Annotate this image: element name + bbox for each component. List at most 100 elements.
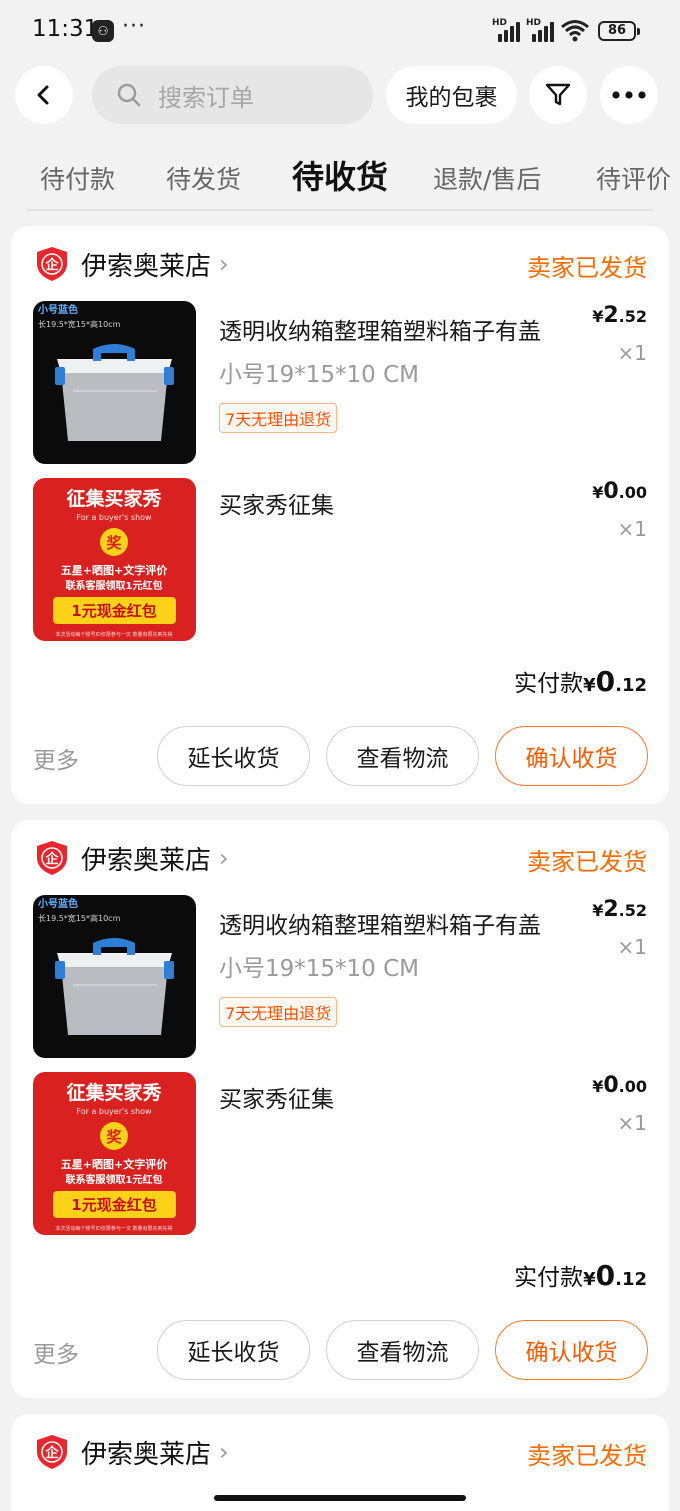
promo-award-text: 奖	[106, 534, 122, 552]
promo-red-packet-label: 1元现金红包	[71, 1196, 156, 1214]
price-decimal: .00	[618, 483, 647, 502]
shop-header[interactable]: 企 伊索奥莱店 ›	[35, 1434, 229, 1470]
shop-logo-text: 企	[44, 1445, 59, 1461]
wifi-icon	[561, 20, 589, 42]
view-logistics-button[interactable]: 查看物流	[326, 1320, 479, 1380]
shop-logo-icon: 企	[37, 841, 67, 875]
order-tabs: 待付款 待发货 待收货 退款/售后 待评价	[0, 150, 680, 212]
product-quantity: ×1	[617, 1111, 647, 1135]
product-quantity: ×1	[617, 341, 647, 365]
extend-receipt-button[interactable]: 延长收货	[157, 1320, 310, 1380]
notification-app-icon: ⚇	[92, 20, 114, 42]
amount-paid-label: 实付款	[514, 671, 584, 697]
price-integer: 0	[603, 1073, 619, 1098]
product-spec: 小号19*15*10 CM	[219, 956, 420, 982]
more-actions-link[interactable]: 更多	[33, 741, 79, 775]
amount-paid: 实付款¥0.12	[514, 664, 647, 698]
amount-paid-symbol: ¥	[583, 1269, 596, 1290]
product-price: ¥2.52	[592, 897, 647, 922]
status-bar: 11:31 ⚇ ··· HD HD 86	[0, 0, 680, 60]
price-integer: 0	[603, 479, 619, 504]
product-title[interactable]: 买家秀征集	[219, 1080, 571, 1114]
product-image[interactable]: 小号蓝色 长19.5*宽15*高10cm	[33, 895, 196, 1058]
more-actions-link[interactable]: 更多	[33, 1335, 79, 1369]
back-arrow-icon	[37, 85, 49, 105]
home-indicator[interactable]	[214, 1495, 466, 1501]
product-image[interactable]: 小号蓝色 长19.5*宽15*高10cm	[33, 301, 196, 464]
promo-red-packet-label: 1元现金红包	[71, 602, 156, 620]
return-policy-badge: 7天无理由退货	[219, 997, 338, 1027]
promo-image[interactable]: 征集买家秀 For a buyer's show 奖 五星+晒图+文字评价 联系…	[33, 1072, 196, 1235]
tab-pending-review[interactable]: 待评价	[596, 160, 671, 196]
price-symbol: ¥	[592, 901, 604, 920]
filter-button[interactable]	[529, 66, 587, 124]
amount-paid-integer: 0	[595, 665, 616, 698]
amount-paid-integer: 0	[595, 1259, 616, 1292]
search-input[interactable]: 搜索订单	[92, 66, 373, 124]
order-status: 卖家已发货	[527, 1442, 647, 1470]
product-price: ¥0.00	[592, 479, 647, 504]
cellular-signal-icon-2: HD	[526, 18, 556, 42]
product-price: ¥2.52	[592, 303, 647, 328]
image-size-label: 小号蓝色	[37, 897, 78, 910]
price-symbol: ¥	[592, 1077, 604, 1096]
price-integer: 2	[603, 303, 619, 328]
search-icon	[117, 83, 141, 107]
product-quantity: ×1	[617, 517, 647, 541]
shop-name: 伊索奥莱店	[81, 1439, 212, 1470]
shop-name: 伊索奥莱店	[81, 251, 212, 282]
product-quantity: ×1	[617, 935, 647, 959]
extend-receipt-button[interactable]: 延长收货	[157, 726, 310, 786]
order-status: 卖家已发货	[527, 848, 647, 876]
my-packages-button[interactable]: 我的包裹	[386, 66, 517, 124]
promo-image[interactable]: 征集买家秀 For a buyer's show 奖 五星+晒图+文字评价 联系…	[33, 478, 196, 641]
amount-paid-label: 实付款	[514, 1265, 584, 1291]
return-policy-badge: 7天无理由退货	[219, 403, 338, 433]
back-button[interactable]	[15, 66, 73, 124]
image-size-label: 小号蓝色	[37, 303, 78, 316]
promo-footer: 本次活动每个账号ID仅限参与一次 数量有限先到先得	[56, 1225, 173, 1232]
hd-label-2: HD	[526, 18, 542, 28]
tab-pending-receipt[interactable]: 待收货	[292, 152, 388, 198]
promo-subtitle: For a buyer's show	[76, 513, 152, 522]
more-notifications-icon: ···	[122, 14, 146, 39]
price-symbol: ¥	[592, 307, 604, 326]
order-card[interactable]: 企 伊索奥莱店 › 卖家已发货 小号蓝色 长19.5*宽15*高10cm 透明收…	[11, 820, 669, 1398]
shop-header[interactable]: 企 伊索奥莱店 ›	[35, 246, 229, 282]
chevron-right-icon: ›	[219, 1438, 229, 1466]
tab-pending-shipment[interactable]: 待发货	[166, 160, 241, 196]
product-spec: 小号19*15*10 CM	[219, 362, 420, 388]
tabs-divider	[26, 209, 653, 211]
hd-label-1: HD	[492, 18, 508, 28]
search-placeholder: 搜索订单	[158, 83, 254, 112]
more-options-button[interactable]	[600, 66, 658, 124]
order-card[interactable]: 企 伊索奥莱店 › 卖家已发货 小号蓝色 长19.5*宽15*高10cm 透明收…	[11, 226, 669, 804]
confirm-receipt-button[interactable]: 确认收货	[495, 1320, 648, 1380]
status-time: 11:31	[32, 16, 99, 42]
filter-icon	[545, 83, 571, 106]
view-logistics-button[interactable]: 查看物流	[326, 726, 479, 786]
shop-header[interactable]: 企 伊索奥莱店 ›	[35, 840, 229, 876]
confirm-receipt-button[interactable]: 确认收货	[495, 726, 648, 786]
chevron-right-icon: ›	[219, 844, 229, 872]
shop-logo-text: 企	[44, 257, 59, 273]
promo-title: 征集买家秀	[66, 1081, 162, 1104]
tab-refund-aftersales[interactable]: 退款/售后	[433, 160, 541, 196]
price-symbol: ¥	[592, 483, 604, 502]
image-dims-label: 长19.5*宽15*高10cm	[38, 319, 121, 329]
amount-paid: 实付款¥0.12	[514, 1258, 647, 1292]
amount-paid-decimal: .12	[615, 1269, 647, 1290]
amount-paid-decimal: .12	[615, 675, 647, 696]
product-title[interactable]: 透明收纳箱整理箱塑料箱子有盖	[219, 906, 571, 940]
image-dims-label: 长19.5*宽15*高10cm	[38, 913, 121, 923]
promo-award-text: 奖	[106, 1128, 122, 1146]
tab-pending-payment[interactable]: 待付款	[40, 160, 115, 196]
promo-line-1: 五星+晒图+文字评价	[61, 563, 168, 577]
product-title[interactable]: 买家秀征集	[219, 486, 571, 520]
price-decimal: .52	[618, 307, 647, 326]
shop-name: 伊索奥莱店	[81, 845, 212, 876]
shop-logo-text: 企	[44, 851, 59, 867]
promo-line-2: 联系客服领取1元红包	[66, 1173, 163, 1186]
chevron-right-icon: ›	[219, 250, 229, 278]
product-title[interactable]: 透明收纳箱整理箱塑料箱子有盖	[219, 312, 571, 346]
